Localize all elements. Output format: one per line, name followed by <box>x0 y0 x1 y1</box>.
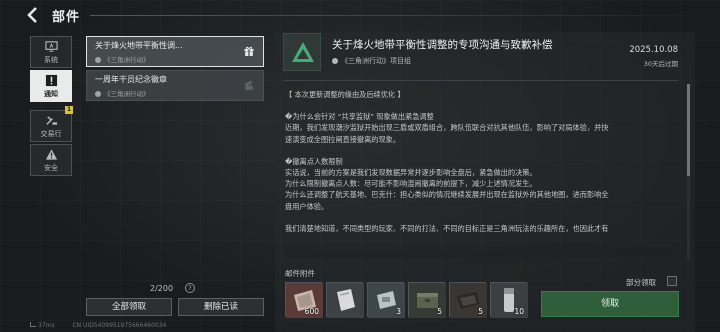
supply-box-icon <box>327 283 364 318</box>
partial-claim-checkbox[interactable] <box>667 276 677 286</box>
exclamation-icon <box>45 74 57 87</box>
scrollbar-thumb[interactable] <box>687 84 690 176</box>
body-line: 实话说，当前的方案是我们发现数据异常并逐步影响全盘后，紧急做出的决策。 <box>285 168 537 178</box>
mail-sender: 《三角洲行动》 <box>95 88 150 98</box>
item-quantity: 10 <box>514 307 524 316</box>
body-line: 为什么还调整了航天基地、巴克什：担心类似的情况继续发展并出现在监狱外的其他地图，… <box>285 190 609 200</box>
signal-icon <box>30 322 36 327</box>
mail-body-scrollbar[interactable] <box>687 84 690 259</box>
mail-detail-sender: 《三角洲行动》项目组 <box>332 56 411 66</box>
body-line: 速演变成全图拉闸直接撤离的现象。 <box>285 134 401 144</box>
mail-item-anniversary-badge[interactable]: 一周年干员纪念徽章 《三角洲行动》 <box>86 70 264 101</box>
back-arrow-icon[interactable] <box>24 6 44 24</box>
category-label: 安全 <box>44 164 58 172</box>
monitor-icon <box>44 41 58 52</box>
mail-count: 2/200 <box>150 284 174 293</box>
item-quantity: 5 <box>437 307 442 316</box>
category-notice[interactable]: 通知 <box>30 70 72 102</box>
person-icon <box>95 91 101 97</box>
category-trade[interactable]: 1 交易行 <box>30 106 73 142</box>
category-security[interactable]: 安全 <box>30 144 72 176</box>
person-icon <box>332 58 338 64</box>
help-icon[interactable]: ? <box>185 283 195 293</box>
ping-value: 37ms <box>38 322 55 329</box>
mail-body: 【 本次更新调整的缘由及后续优化 】 �为什么会针对 “共享监狱” 现象做出紧急… <box>285 89 675 257</box>
notification-badge: 1 <box>65 106 73 114</box>
item-quantity: 600 <box>304 307 319 316</box>
body-line: �为什么会针对 “共享监狱” 现象做出紧急调整 <box>285 112 434 122</box>
attachment-item[interactable]: 5 <box>449 282 487 318</box>
person-icon <box>95 57 101 63</box>
attachment-item[interactable]: 10 <box>490 282 528 318</box>
body-fade <box>285 243 675 257</box>
attachment-item[interactable]: 600 <box>285 282 323 318</box>
hammer-icon <box>45 116 57 125</box>
claim-button[interactable]: 领取 <box>541 291 679 317</box>
attachment-item[interactable] <box>326 282 364 318</box>
mail-detail-title: 关于烽火地带平衡性调整的专项沟通与致歉补偿 <box>332 39 553 51</box>
claim-all-button[interactable]: 全部领取 <box>86 298 172 316</box>
body-line: 我们清楚地知道，不同类型的玩家、不同的打法、不同的目标正是三角洲玩法的乐趣所在，… <box>285 223 609 233</box>
mail-expiry: 30天后过期 <box>643 60 678 68</box>
mail-title: 关于烽火地带平衡性调... <box>95 41 183 50</box>
item-quantity: 5 <box>478 307 483 316</box>
body-line: 近期，我们发现潮汐监狱开始出现三盾或双盾组合，跨队伍联合对抗其他队伍，影响了对局… <box>285 123 609 133</box>
status-bar: 37ms CN UID5409951975666460034 <box>30 322 166 329</box>
page-title: 部件 <box>52 10 81 25</box>
mail-title: 一周年干员纪念徽章 <box>95 75 167 84</box>
mail-sender: 《三角洲行动》 <box>95 54 150 64</box>
category-label: 系统 <box>44 56 58 64</box>
body-line: 盘用户体验。 <box>285 201 329 211</box>
publisher-logo <box>283 33 321 71</box>
mail-item-balance-adjustment[interactable]: 关于烽火地带平衡性调... 《三角洲行动》 <box>86 36 264 67</box>
delta-logo-icon <box>292 42 314 62</box>
attachment-item[interactable]: 3 <box>367 282 405 318</box>
attachment-item[interactable]: 5 <box>408 282 446 318</box>
body-line: �撤离点人数限制 <box>285 156 343 166</box>
gift-icon <box>244 46 254 56</box>
category-system[interactable]: 系统 <box>30 36 72 68</box>
uid-text: CN UID5409951975666460034 <box>72 322 167 329</box>
body-line: 【 本次更新调整的缘由及后续优化 】 <box>285 90 405 99</box>
mail-date: 2025.10.08 <box>629 45 678 55</box>
attachments-label: 邮件附件 <box>285 269 315 278</box>
category-label: 通知 <box>44 90 58 98</box>
warning-icon <box>45 149 57 160</box>
body-line: 为什么限制撤离点人数：尽可能不影响混闹撤离的前提下，减少上述情况发生。 <box>285 179 537 189</box>
item-quantity: 3 <box>396 307 401 316</box>
header-divider <box>90 15 690 16</box>
delete-read-button[interactable]: 删除已读 <box>178 298 264 316</box>
top-header: 部件 <box>0 0 720 30</box>
partial-claim-label: 部分领取 <box>626 278 656 287</box>
category-label: 交易行 <box>40 130 62 138</box>
gift-opened-icon <box>244 80 253 90</box>
detail-divider <box>283 80 678 81</box>
